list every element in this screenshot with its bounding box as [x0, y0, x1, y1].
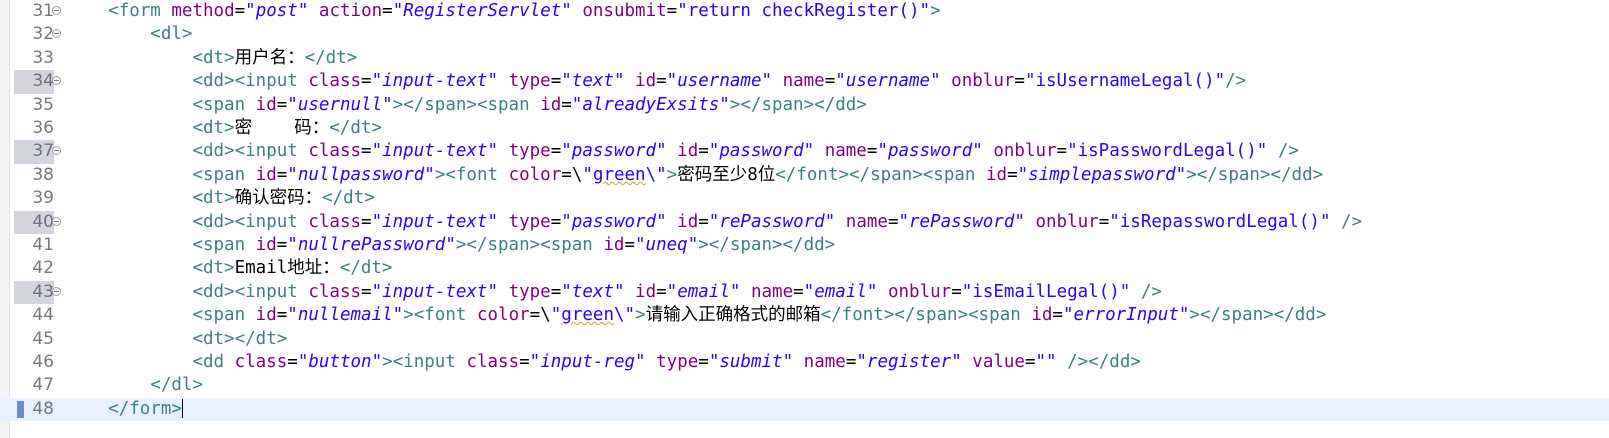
line-number: 40	[14, 210, 54, 234]
line-number: 41	[32, 235, 54, 255]
code-line[interactable]: 44 <span id="nullemail"><font color=\"gr…	[0, 304, 1609, 327]
fold-toggle-icon[interactable]	[52, 286, 61, 296]
line-number: 38	[32, 164, 54, 185]
line-number: 47	[32, 375, 54, 396]
line-number: 48	[32, 398, 54, 419]
code-line[interactable]: 45 <dt></dt>	[0, 328, 1609, 351]
line-number: 33	[32, 47, 54, 68]
code-line[interactable]: 39 <dt>确认密码：</dt>	[0, 187, 1609, 210]
code-line[interactable]: 48 </form>	[0, 397, 1609, 422]
code-text[interactable]: <dd class="button"><input class="input-r…	[66, 351, 1140, 374]
code-text[interactable]: <dl>	[66, 23, 192, 46]
code-text[interactable]: </form>	[66, 398, 183, 421]
code-text[interactable]: </dl>	[66, 374, 203, 397]
code-text[interactable]: <span id="nullrePassword"></span><span i…	[66, 234, 835, 257]
code-text[interactable]: <dt>密 码：</dt>	[66, 117, 382, 140]
code-line[interactable]: 42 <dt>Email地址：</dt>	[0, 257, 1609, 280]
code-text[interactable]: <dt>Email地址：</dt>	[66, 257, 392, 280]
fold-toggle-icon[interactable]	[52, 146, 61, 156]
code-line[interactable]: 31 <form method="post" action="RegisterS…	[0, 0, 1609, 23]
code-line[interactable]: 35 <span id="usernull"></span><span id="…	[0, 94, 1609, 117]
fold-toggle-icon[interactable]	[52, 76, 61, 86]
code-line[interactable]: 46 <dd class="button"><input class="inpu…	[0, 351, 1609, 374]
code-line[interactable]: 33 <dt>用户名：</dt>	[0, 47, 1609, 70]
code-text[interactable]: <span id="nullemail"><font color=\"green…	[66, 304, 1326, 327]
fold-toggle-icon[interactable]	[52, 216, 61, 226]
line-number: 32	[32, 24, 54, 45]
code-line[interactable]: 47 </dl>	[0, 374, 1609, 397]
line-number: 34	[14, 70, 54, 94]
line-number: 46	[32, 352, 54, 372]
code-text[interactable]: <dd><input class="input-text" type="pass…	[66, 211, 1362, 234]
fold-toggle-icon[interactable]	[52, 29, 61, 39]
code-text[interactable]: <dt></dt>	[66, 328, 287, 351]
code-line[interactable]: 36 <dt>密 码：</dt>	[0, 117, 1609, 140]
code-line[interactable]: 37 <dd><input class="input-text" type="p…	[0, 140, 1609, 164]
code-text[interactable]: <span id="usernull"></span><span id="alr…	[66, 94, 866, 117]
code-line[interactable]: 40 <dd><input class="input-text" type="p…	[0, 210, 1609, 234]
code-line[interactable]: 38 <span id="nullpassword"><font color=\…	[0, 164, 1609, 187]
line-number: 39	[32, 188, 54, 209]
fold-toggle-icon[interactable]	[52, 6, 61, 15]
line-number: 45	[32, 328, 54, 349]
code-text[interactable]: <span id="nullpassword"><font color=\"gr…	[66, 164, 1323, 187]
code-text[interactable]: <dd><input class="input-text" type="text…	[66, 281, 1162, 304]
code-text[interactable]: <dd><input class="input-text" type="text…	[66, 70, 1246, 93]
code-text[interactable]: <dt>用户名：</dt>	[66, 47, 357, 70]
code-line[interactable]: 41 <span id="nullrePassword"></span><spa…	[0, 234, 1609, 257]
code-line[interactable]: 43 <dd><input class="input-text" type="t…	[0, 280, 1609, 305]
code-text[interactable]: <dd><input class="input-text" type="pass…	[66, 140, 1298, 163]
line-number: 37	[14, 140, 54, 164]
line-number: 36	[32, 118, 54, 138]
line-number: 43	[14, 280, 54, 305]
code-text[interactable]: <dt>确认密码：</dt>	[66, 187, 374, 210]
line-number: 35	[32, 94, 54, 115]
line-number: 42	[32, 258, 54, 279]
code-line[interactable]: 32 <dl>	[0, 23, 1609, 46]
code-text[interactable]: <form method="post" action="RegisterServ…	[66, 0, 940, 23]
code-line[interactable]: 34 <dd><input class="input-text" type="t…	[0, 70, 1609, 94]
line-number: 44	[32, 305, 54, 326]
line-number: 31	[32, 1, 54, 21]
code-editor[interactable]: 31 <form method="post" action="RegisterS…	[0, 0, 1609, 438]
